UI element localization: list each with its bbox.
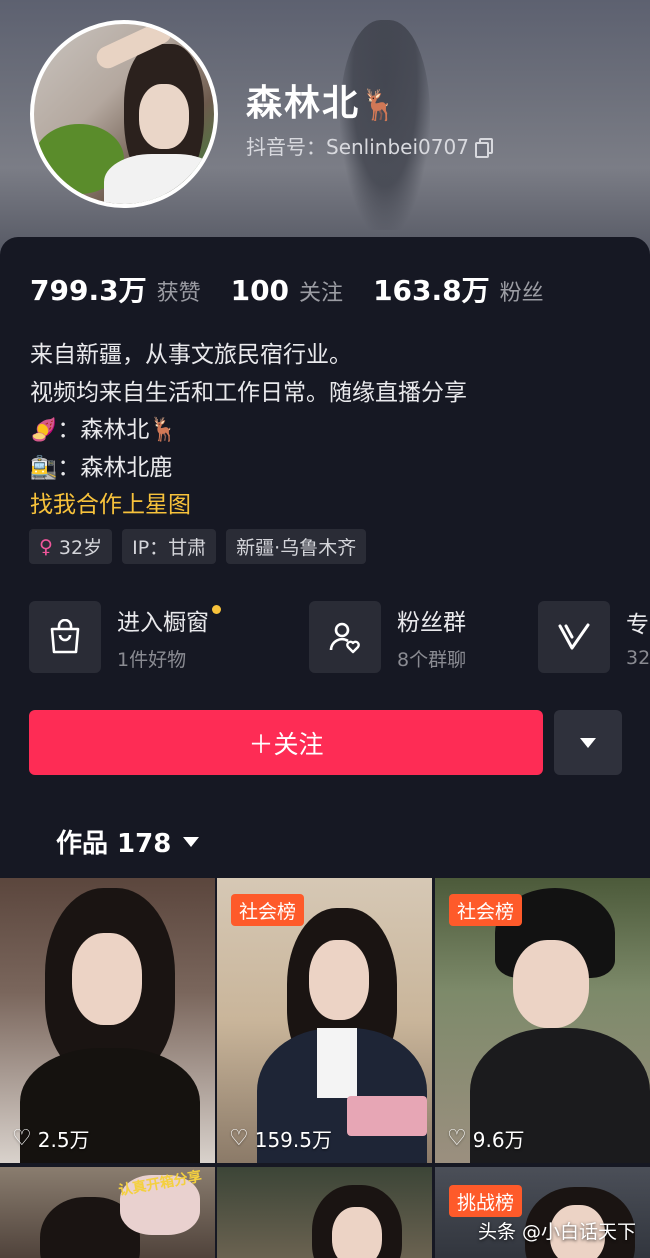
caret-down-icon [183,836,200,847]
stat-likes-label: 获赞 [156,281,201,306]
video-rank-badge: 挑战榜 [449,1185,523,1217]
fan-group-icon [309,601,381,673]
fan-group-sub: 8个群聊 [397,648,467,671]
stat-likes[interactable]: 799.3万 获赞 [30,269,201,309]
heart-icon: ♡ [447,1126,467,1151]
heart-icon: ♡ [229,1126,249,1151]
video-tile[interactable]: ♡ 2.5万 [0,878,215,1163]
profile-tags: ♀ 32岁 IP：甘肃 新疆·乌鲁木齐 [29,529,367,564]
bio-line-3: 🍠：森林北🦌 [30,412,467,450]
stat-followers-value: 163.8万 [373,274,490,307]
collab-link[interactable]: 找我合作上星图 [30,487,467,525]
avatar[interactable] [30,20,218,208]
stat-followers[interactable]: 163.8万 粉丝 [373,269,544,309]
more-options-button[interactable] [554,710,622,775]
shortcut-row: 进入橱窗 1件好物 粉丝群 8个群聊 专 32 [29,601,650,675]
ip-tag-text: IP：甘肃 [132,537,207,559]
username-text: 森林北 [246,83,361,124]
bio-line-4-text: ：森林北鹿 [57,454,173,481]
stat-likes-value: 799.3万 [30,274,147,307]
fan-group-title: 粉丝群 [397,609,466,636]
video-likes: 2.5万 [37,1128,90,1152]
stat-followers-label: 粉丝 [499,281,544,306]
video-rank-badge: 社会榜 [231,894,305,926]
douyin-id-text: 抖音号：Senlinbei0707 [246,135,469,159]
video-tile[interactable]: 社会榜 ♡ 159.5万 [217,878,432,1163]
shop-window-sub: 1件好物 [117,648,187,671]
sweet-potato-icon: 🍠 [30,418,58,443]
column-title: 专 [626,612,649,638]
ip-tag: IP：甘肃 [122,529,217,564]
notification-dot [212,604,221,614]
shop-window-shortcut[interactable]: 进入橱窗 1件好物 [29,601,221,673]
douyin-id[interactable]: 抖音号：Senlinbei0707 [246,131,493,160]
stat-following[interactable]: 100 关注 [231,274,343,307]
bio-line-1: 来自新疆，从事文旅民宿行业。 [30,342,352,368]
bio-line-3-text: ：森林北🦌 [57,417,179,443]
deer-emoji: 🦌 [360,88,400,123]
column-sub: 32 [626,647,650,669]
profile-username: 森林北🦌 [246,74,399,126]
stat-following-value: 100 [230,274,290,307]
video-tile[interactable]: 社会榜 ♡ 9.6万 [435,878,650,1163]
video-tile[interactable]: 挑战榜 [435,1167,650,1258]
shop-window-title: 进入橱窗 [117,609,209,636]
video-likes: 9.6万 [472,1128,525,1152]
watermark: 头条 @小白话天下 [477,1221,636,1243]
follow-button[interactable]: ＋关注 [29,710,543,775]
video-likes: 159.5万 [254,1128,332,1152]
video-tile[interactable] [217,1167,432,1258]
video-rank-badge: 社会榜 [449,894,523,926]
fan-group-shortcut[interactable]: 粉丝群 8个群聊 [309,601,466,673]
female-icon: ♀ [39,535,53,558]
bio-line-4: 🚉：森林北鹿 [30,450,467,488]
stats-row: 799.3万 获赞 100 关注 163.8万 粉丝 [30,269,574,309]
location-tag-text: 新疆·乌鲁木齐 [236,537,357,559]
shopping-bag-icon [29,601,101,673]
location-tag: 新疆·乌鲁木齐 [226,529,367,564]
copy-icon[interactable] [474,137,493,158]
age-tag-text: 32岁 [58,537,103,559]
profile-panel: 799.3万 获赞 100 关注 163.8万 粉丝 来自新疆，从事文旅民宿行业… [0,237,650,1258]
chevron-down-icon [580,737,596,748]
video-tile[interactable]: 认真开箱分享 [0,1167,215,1258]
bio: 来自新疆，从事文旅民宿行业。 视频均来自生活和工作日常。随缘直播分享 🍠：森林北… [30,337,467,525]
age-tag: ♀ 32岁 [29,529,113,564]
heart-icon: ♡ [12,1126,32,1151]
v-badge-icon [538,601,610,673]
stat-following-label: 关注 [299,281,344,306]
tab-works[interactable]: 作品 178 [56,823,200,860]
column-shortcut[interactable]: 专 32 [538,601,650,673]
video-grid: ♡ 2.5万 社会榜 ♡ 159.5万 社会榜 ♡ 9.6万 认真开箱分享 挑战… [0,878,650,1258]
bio-line-2: 视频均来自生活和工作日常。随缘直播分享 [30,379,467,406]
train-station-icon: 🚉 [30,455,58,481]
tab-works-label: 作品 178 [56,829,172,859]
